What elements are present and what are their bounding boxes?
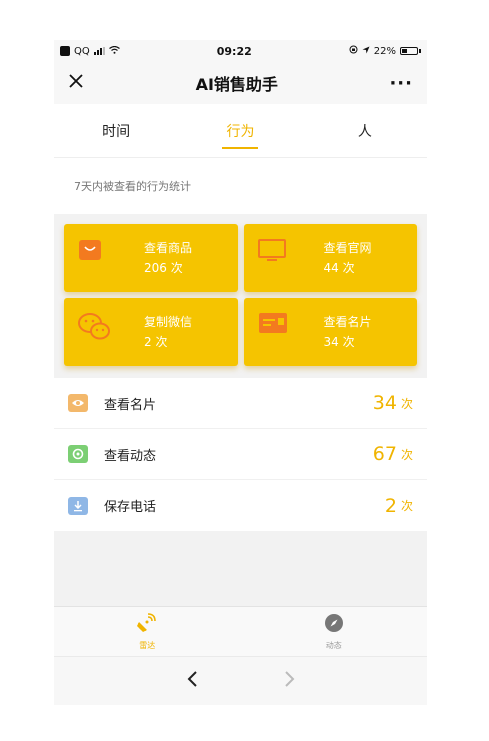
- list-item-unit: 次: [400, 447, 413, 462]
- list-item-count: 2: [384, 494, 397, 517]
- tab-behavior[interactable]: 行为: [178, 104, 302, 157]
- status-bar: QQ 09:22 22%: [54, 40, 427, 62]
- card-count: 44 次: [323, 261, 355, 275]
- camera-icon: [68, 445, 88, 463]
- location-icon: [362, 46, 370, 57]
- tab-moments[interactable]: 动态: [241, 607, 428, 656]
- lock-rotation-icon: [349, 45, 358, 57]
- eye-icon: [68, 394, 88, 412]
- section-subtitle: 7天内被查看的行为统计: [54, 158, 427, 214]
- list-item-view-card[interactable]: 查看名片 34 次: [54, 378, 427, 429]
- card-label: 查看商品: [144, 241, 193, 255]
- stats-cards: 查看商品 206 次 查看官网 44 次 复制微信 2 次 查看名片 34 次: [54, 214, 427, 372]
- signal-icon: [93, 47, 105, 55]
- wechat-icon: [78, 312, 110, 340]
- card-copy-wechat[interactable]: 复制微信 2 次: [64, 298, 238, 366]
- card-label: 查看官网: [323, 241, 372, 255]
- forward-arrow-icon[interactable]: [284, 669, 296, 694]
- battery-percent: 22%: [373, 45, 396, 57]
- list-item-label: 查看名片: [104, 397, 157, 413]
- tab-radar[interactable]: 雷达: [54, 607, 241, 656]
- card-label: 复制微信: [144, 315, 193, 329]
- status-time: 09:22: [216, 44, 252, 58]
- app-badge-icon: [60, 46, 70, 56]
- card-label: 查看名片: [323, 315, 372, 329]
- tab-moments-label: 动态: [325, 640, 342, 650]
- card-view-website[interactable]: 查看官网 44 次: [243, 224, 417, 292]
- card-count: 2 次: [144, 335, 168, 349]
- card-count: 34 次: [323, 335, 355, 349]
- monitor-icon: [257, 238, 286, 262]
- tab-bar: 时间 行为 人: [54, 104, 427, 158]
- shopping-bag-icon: [78, 238, 102, 262]
- battery-cap: [419, 49, 421, 53]
- browser-nav-bar: [54, 656, 427, 705]
- close-icon[interactable]: [68, 72, 84, 94]
- page-title: AI销售助手: [195, 75, 278, 94]
- list-item-save-phone[interactable]: 保存电话 2 次: [54, 480, 427, 531]
- wifi-icon: [108, 45, 120, 57]
- card-view-business-card[interactable]: 查看名片 34 次: [243, 298, 417, 366]
- card-view-products[interactable]: 查看商品 206 次: [64, 224, 238, 292]
- bottom-tab-bar: 雷达 动态: [54, 606, 427, 656]
- more-menu-button[interactable]: ···: [389, 73, 413, 94]
- download-icon: [68, 496, 88, 515]
- tab-people[interactable]: 人: [303, 104, 427, 157]
- list-item-view-moments[interactable]: 查看动态 67 次: [54, 429, 427, 480]
- status-right: 22%: [349, 45, 421, 57]
- tab-radar-label: 雷达: [139, 640, 156, 650]
- tab-time[interactable]: 时间: [54, 104, 178, 157]
- compass-icon: [324, 613, 344, 637]
- list-item-label: 保存电话: [104, 500, 157, 515]
- card-count: 206 次: [144, 261, 183, 275]
- phone-screen: QQ 09:22 22% AI销售助手 ··· 时间 行为 人 7天内被查看的行…: [54, 40, 427, 705]
- list-item-unit: 次: [400, 396, 413, 411]
- battery-icon: [400, 47, 418, 55]
- carrier-label: QQ: [74, 45, 90, 57]
- list-item-count: 67: [372, 443, 397, 465]
- list-item-unit: 次: [400, 499, 413, 513]
- behavior-list: 查看名片 34 次 查看动态 67 次 保存电话 2 次: [54, 378, 427, 531]
- list-item-count: 34: [372, 392, 397, 414]
- navigation-bar: AI销售助手 ···: [54, 62, 427, 104]
- back-arrow-icon[interactable]: [186, 669, 198, 694]
- radar-icon: [136, 612, 158, 637]
- status-left: QQ: [60, 45, 120, 57]
- business-card-icon: [258, 312, 287, 336]
- list-item-label: 查看动态: [104, 448, 157, 464]
